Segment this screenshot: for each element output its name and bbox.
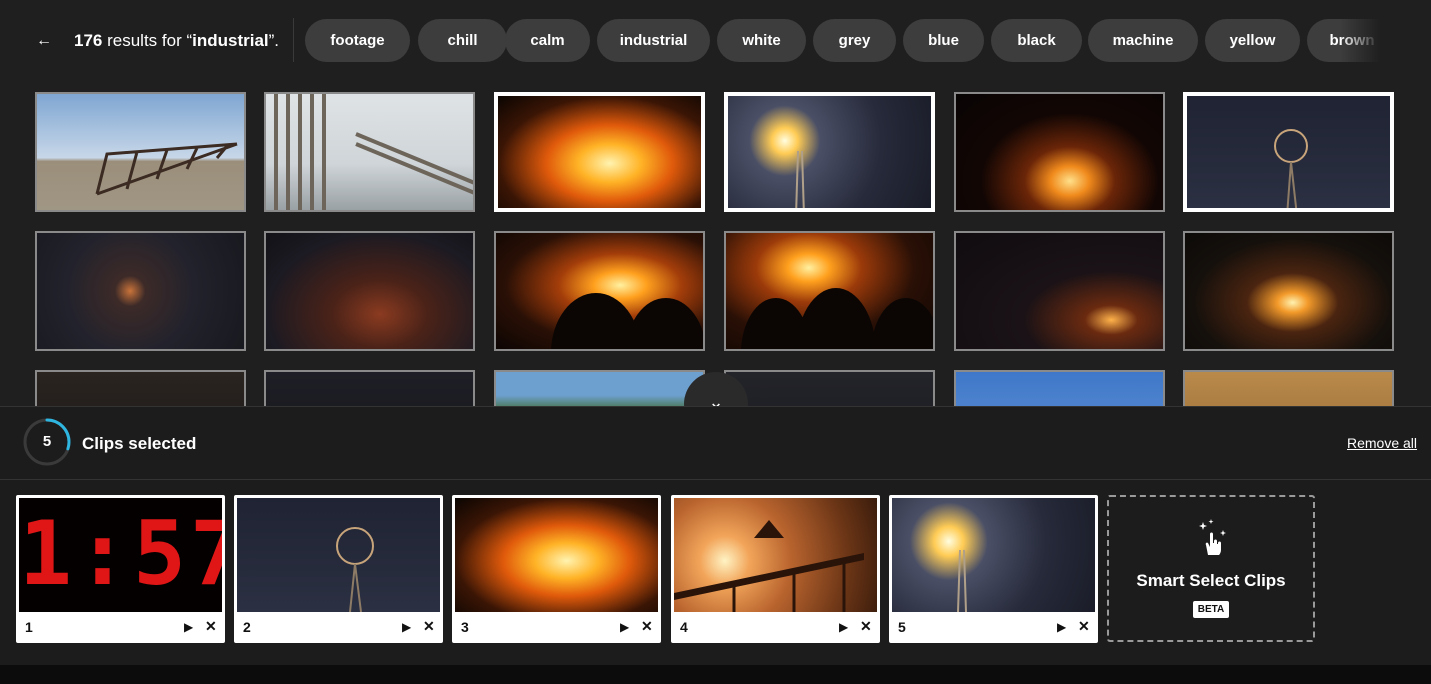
- sphere-graphic: [1274, 129, 1308, 208]
- result-thumbnail[interactable]: [954, 92, 1165, 212]
- close-icon[interactable]: ✕: [423, 618, 435, 634]
- play-icon[interactable]: ▶: [1057, 619, 1066, 635]
- tag-chip[interactable]: grey: [813, 19, 896, 62]
- clip-thumbnail: [674, 498, 877, 612]
- search-header: ← 176 results for “industrial”. footage …: [0, 0, 1431, 82]
- result-thumbnail[interactable]: [264, 231, 475, 351]
- tag-chip[interactable]: calm: [505, 19, 590, 62]
- result-thumbnail[interactable]: [724, 231, 935, 351]
- result-thumbnail[interactable]: [724, 370, 935, 407]
- tag-chip[interactable]: yellow: [1205, 19, 1300, 62]
- result-count: 176: [74, 31, 103, 50]
- tag-chip[interactable]: machine: [1088, 19, 1198, 62]
- selected-clip-card[interactable]: 2 ▶ ✕: [234, 495, 443, 643]
- clip-number: 3: [461, 619, 469, 635]
- selected-clip-card[interactable]: 5 ▶ ✕: [889, 495, 1098, 643]
- result-thumbnail[interactable]: [35, 92, 246, 212]
- bottom-bar: [0, 665, 1431, 684]
- selected-count: 5: [42, 433, 52, 450]
- header-divider: [293, 18, 294, 62]
- tag-chip[interactable]: black: [991, 19, 1082, 62]
- selected-clip-card[interactable]: 4 ▶ ✕: [671, 495, 880, 643]
- tag-chip[interactable]: blue: [903, 19, 984, 62]
- tag-chip[interactable]: footage: [305, 19, 410, 62]
- crane-graphic: [674, 520, 864, 612]
- clip-thumbnail: [892, 498, 1095, 612]
- close-icon[interactable]: ✕: [205, 618, 217, 634]
- tower-graphic: [957, 549, 967, 612]
- tag-chip[interactable]: white: [717, 19, 806, 62]
- result-suffix: ”.: [268, 31, 280, 50]
- clip-number: 1: [25, 619, 33, 635]
- search-query: industrial: [192, 31, 269, 50]
- results-grid: [0, 82, 1431, 407]
- close-icon[interactable]: ✕: [860, 618, 872, 634]
- silhouettes-graphic: [741, 288, 933, 349]
- result-text: results for “: [102, 31, 193, 50]
- clip-thumbnail: [237, 498, 440, 612]
- fence-graphic: [274, 94, 473, 210]
- result-thumbnail[interactable]: [494, 231, 705, 351]
- result-thumbnail[interactable]: [1183, 92, 1394, 212]
- sphere-graphic: [336, 527, 374, 612]
- smart-select-title: Smart Select Clips: [1136, 571, 1286, 590]
- result-thumbnail[interactable]: [494, 92, 705, 212]
- clip-thumbnail: 1:57: [19, 498, 222, 612]
- clip-thumbnail: [455, 498, 658, 612]
- silhouettes-graphic: [551, 293, 703, 349]
- selected-clips-panel: 5 Clips selected Remove all 1:57 1 ▶ ✕ 2…: [0, 406, 1431, 666]
- panel-divider: [0, 479, 1431, 480]
- result-thumbnail[interactable]: [954, 370, 1165, 407]
- result-thumbnail[interactable]: [724, 92, 935, 212]
- selected-clip-card[interactable]: 3 ▶ ✕: [452, 495, 661, 643]
- result-thumbnail[interactable]: [35, 231, 246, 351]
- smart-select-button[interactable]: Smart Select Clips BETA: [1107, 495, 1315, 642]
- close-icon[interactable]: ✕: [641, 618, 653, 634]
- clip-number: 4: [680, 619, 688, 635]
- result-thumbnail[interactable]: [35, 370, 246, 407]
- tag-list: footage chill calm industrial white grey…: [305, 19, 1380, 62]
- play-icon[interactable]: ▶: [620, 619, 629, 635]
- result-thumbnail[interactable]: [494, 370, 705, 407]
- tag-fade: [1340, 19, 1380, 62]
- clip-number: 5: [898, 619, 906, 635]
- play-icon[interactable]: ▶: [839, 619, 848, 635]
- gate-graphic: [95, 142, 238, 196]
- tag-chip[interactable]: industrial: [597, 19, 710, 62]
- clip-number: 2: [243, 619, 251, 635]
- result-thumbnail[interactable]: [1183, 370, 1394, 407]
- beta-badge: BETA: [1193, 601, 1229, 618]
- result-thumbnail[interactable]: [264, 92, 475, 212]
- clips-selected-label: Clips selected: [82, 434, 197, 453]
- tag-chip[interactable]: chill: [418, 19, 507, 62]
- tower-graphic: [795, 150, 805, 208]
- results-summary: 176 results for “industrial”.: [74, 30, 279, 52]
- close-icon[interactable]: ✕: [1078, 618, 1090, 634]
- remove-all-link[interactable]: Remove all: [1347, 434, 1417, 452]
- play-icon[interactable]: ▶: [402, 619, 411, 635]
- clock-display: 1:57: [19, 502, 222, 605]
- result-thumbnail[interactable]: [264, 370, 475, 407]
- selected-clip-card[interactable]: 1:57 1 ▶ ✕: [16, 495, 225, 643]
- result-thumbnail[interactable]: [954, 231, 1165, 351]
- result-thumbnail[interactable]: [1183, 231, 1394, 351]
- sparkle-hand-icon: [1199, 519, 1226, 555]
- back-arrow-icon[interactable]: ←: [36, 30, 54, 52]
- play-icon[interactable]: ▶: [184, 619, 193, 635]
